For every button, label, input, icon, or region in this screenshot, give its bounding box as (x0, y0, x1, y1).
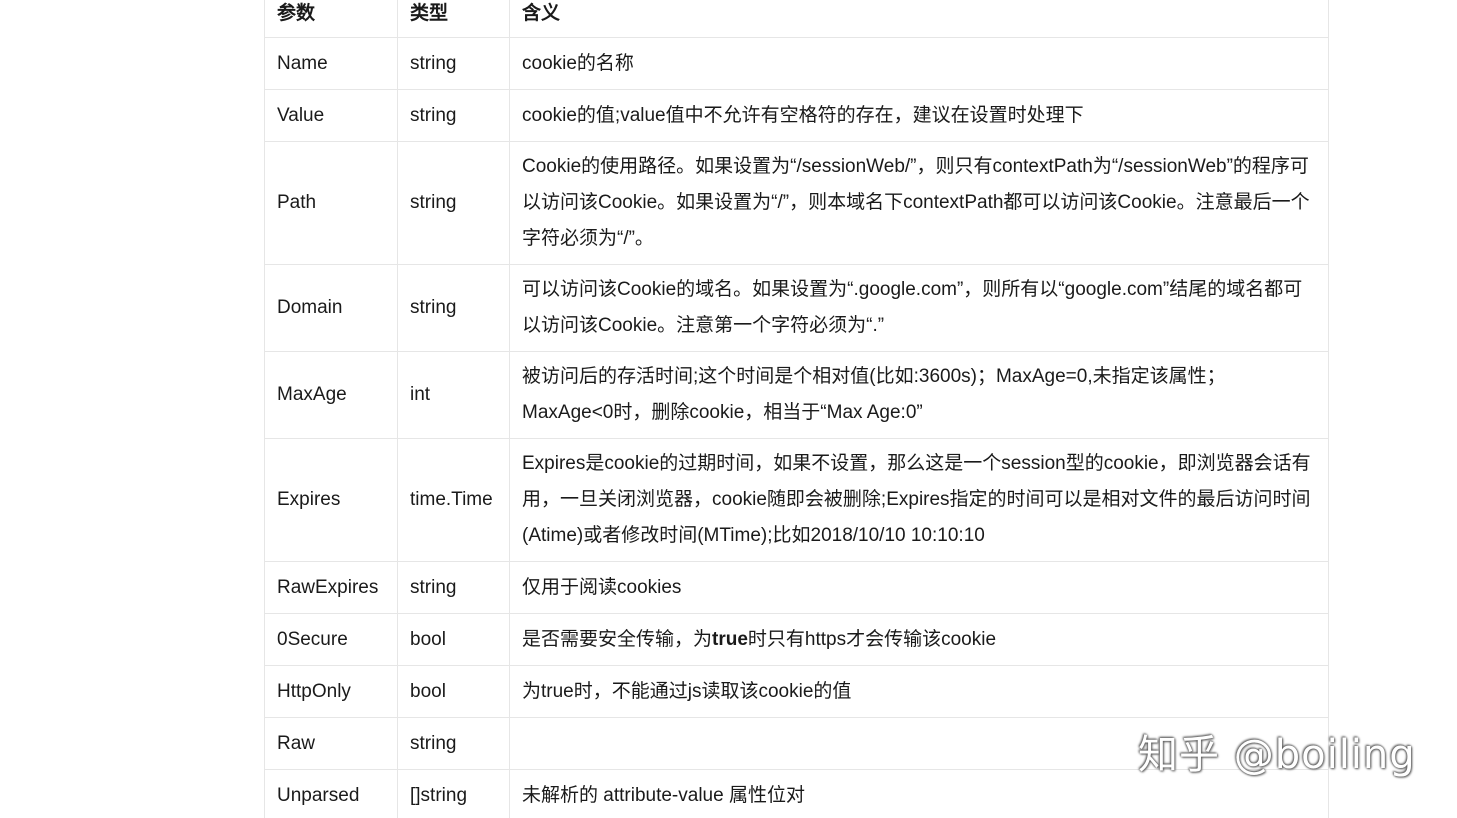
type-cell: string (397, 717, 510, 770)
param-cell: Value (264, 89, 398, 142)
meaning-cell: 可以访问该Cookie的域名。如果设置为“.google.com”，则所有以“g… (509, 264, 1329, 352)
table-row: HttpOnly bool 为true时，不能通过js读取该cookie的值 (264, 665, 1329, 718)
meaning-cell: Expires是cookie的过期时间，如果不设置，那么这是一个session型… (509, 438, 1329, 562)
type-cell: string (397, 561, 510, 614)
table-row: Name string cookie的名称 (264, 37, 1329, 90)
meaning-cell: cookie的值;value值中不允许有空格符的存在，建议在设置时处理下 (509, 89, 1329, 142)
table-row: Value string cookie的值;value值中不允许有空格符的存在，… (264, 89, 1329, 142)
type-cell: string (397, 37, 510, 90)
meaning-cell: 为true时，不能通过js读取该cookie的值 (509, 665, 1329, 718)
meaning-text-bold: true (712, 628, 748, 650)
meaning-cell: 是否需要安全传输，为true时只有https才会传输该cookie (509, 613, 1329, 666)
param-cell: RawExpires (264, 561, 398, 614)
table-header-row: 参数 类型 含义 (264, 0, 1329, 38)
param-cell: MaxAge (264, 351, 398, 439)
param-cell: Domain (264, 264, 398, 352)
param-cell: Expires (264, 438, 398, 562)
type-cell: string (397, 89, 510, 142)
table-row: Expires time.Time Expires是cookie的过期时间，如果… (264, 438, 1329, 562)
type-cell: string (397, 264, 510, 352)
header-type: 类型 (397, 0, 510, 38)
meaning-text-post: 时只有https才会传输该cookie (747, 628, 997, 650)
table-row: 0Secure bool 是否需要安全传输，为true时只有https才会传输该… (264, 613, 1329, 666)
table-row: Domain string 可以访问该Cookie的域名。如果设置为“.goog… (264, 264, 1329, 352)
meaning-cell: Cookie的使用路径。如果设置为“/sessionWeb/”，则只有conte… (509, 141, 1329, 265)
param-cell: Raw (264, 717, 398, 770)
meaning-text-pre: 是否需要安全传输，为 (522, 628, 713, 650)
table-row: MaxAge int 被访问后的存活时间;这个时间是个相对值(比如:3600s)… (264, 351, 1329, 439)
table-row: RawExpires string 仅用于阅读cookies (264, 561, 1329, 614)
cookie-fields-table: 参数 类型 含义 Name string cookie的名称 Value str… (264, 0, 1329, 818)
cookie-fields-table-container: 参数 类型 含义 Name string cookie的名称 Value str… (264, 0, 1329, 818)
header-meaning: 含义 (509, 0, 1329, 38)
table-row: Path string Cookie的使用路径。如果设置为“/sessionWe… (264, 141, 1329, 265)
type-cell: int (397, 351, 510, 439)
param-cell: Path (264, 141, 398, 265)
type-cell: []string (397, 769, 510, 818)
header-param: 参数 (264, 0, 398, 38)
page: 参数 类型 含义 Name string cookie的名称 Value str… (0, 0, 1457, 818)
meaning-cell: 被访问后的存活时间;这个时间是个相对值(比如:3600s)；MaxAge=0,未… (509, 351, 1329, 439)
watermark: 知乎 @boiling (1138, 732, 1416, 778)
param-cell: Name (264, 37, 398, 90)
type-cell: time.Time (397, 438, 510, 562)
type-cell: bool (397, 613, 510, 666)
meaning-cell: cookie的名称 (509, 37, 1329, 90)
meaning-cell: 仅用于阅读cookies (509, 561, 1329, 614)
param-cell: 0Secure (264, 613, 398, 666)
param-cell: Unparsed (264, 769, 398, 818)
type-cell: string (397, 141, 510, 265)
type-cell: bool (397, 665, 510, 718)
param-cell: HttpOnly (264, 665, 398, 718)
